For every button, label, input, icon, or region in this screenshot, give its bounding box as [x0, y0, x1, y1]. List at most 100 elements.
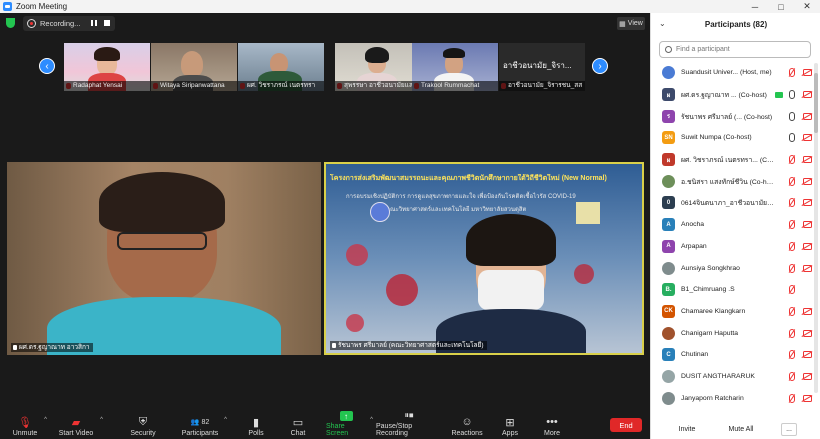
participant-row[interactable]: CK Chamaree Klangkarn [651, 301, 813, 323]
thumb-video[interactable]: Witaya Siripanwattana [151, 43, 237, 91]
mic-muted-icon[interactable] [789, 263, 795, 273]
thumb-video[interactable]: Trakool Rummachat [412, 43, 498, 91]
participant-row[interactable]: ผ ผศ.ดร.ฐญาณาท ... (Co-host) [651, 84, 813, 106]
participant-name: รัชนาพร ศรีมาลย์ (... (Co-host) [681, 113, 773, 121]
participants-count: 82 [201, 418, 210, 426]
participant-row[interactable]: SN Suwit Numpa (Co-host) [651, 127, 813, 149]
participant-row[interactable]: ผ ผศ. วิชราภรณ์ เนตรทรา... (Co-host) [651, 149, 813, 171]
thumb-display-name: อาชีวอนามัย_จิรา... [503, 61, 572, 70]
polls-button[interactable]: ▮ Polls [244, 410, 268, 439]
participant-search-input[interactable]: Find a participant [659, 41, 811, 58]
strip-prev-button[interactable]: ‹ [39, 58, 55, 74]
thumb-name: Radaphat Yensai [64, 81, 150, 91]
participant-row[interactable]: ร รัชนาพร ศรีมาลย์ (... (Co-host) [651, 105, 813, 127]
caret-up-icon[interactable]: ^ [100, 417, 103, 423]
mic-icon[interactable] [789, 133, 795, 143]
video-off-icon: ▰ [71, 416, 81, 429]
stop-recording-icon[interactable] [104, 20, 110, 26]
video-off-icon [803, 156, 812, 164]
search-icon [665, 46, 672, 53]
security-shield-icon[interactable] [6, 18, 15, 28]
panel-scrollbar[interactable] [814, 63, 818, 393]
mic-icon[interactable] [789, 111, 795, 121]
participants-button[interactable]: 👥 82 Participants ^ [180, 410, 227, 439]
mic-muted-icon[interactable] [789, 68, 795, 78]
mic-muted-icon[interactable] [789, 306, 795, 316]
mic-muted-icon[interactable] [789, 350, 795, 360]
caret-up-icon[interactable]: ^ [224, 417, 227, 423]
mic-muted-icon[interactable] [789, 393, 795, 403]
mic-muted-icon[interactable] [789, 285, 795, 295]
speaker-video-left[interactable]: ผศ.ดร.ฐญาณาท อาวสิกา [7, 162, 321, 355]
minimize-button[interactable]: ─ [742, 0, 768, 13]
participant-row[interactable]: C Chutinan [651, 344, 813, 366]
avatar [662, 66, 675, 80]
video-off-icon [803, 351, 812, 359]
recording-label: Recording... [40, 19, 81, 28]
window-title: Zoom Meeting [16, 2, 68, 11]
chevron-left-icon: ‹ [45, 60, 49, 72]
participant-row[interactable]: B. B1_Chimruang .S [651, 279, 813, 301]
participant-name: 0614จินตนาภา_อาชีวอนามัยและความปลอ... [681, 200, 775, 208]
pause-recording-icon[interactable] [91, 20, 97, 26]
bar-chart-icon: ▮ [252, 416, 260, 429]
share-screen-icon: ↑ [339, 411, 353, 421]
share-screen-button[interactable]: ↑ Share Screen ^ [326, 410, 373, 439]
avatar: 0 [662, 196, 675, 210]
close-button[interactable]: ✕ [794, 0, 820, 13]
thumb-name: Witaya Siripanwattana [151, 81, 237, 91]
thumb-video[interactable]: สุพรรษา อาชีวอนามัยและฯ [335, 43, 421, 91]
caret-up-icon[interactable]: ^ [370, 417, 373, 423]
thumb-video[interactable]: Radaphat Yensai [64, 43, 150, 91]
avatar: ร [662, 109, 675, 123]
panel-more-button[interactable]: ... [781, 423, 797, 436]
speaker-glasses [117, 232, 207, 250]
thumb-video[interactable]: อาชีวอนามัย_จิรา... อาชีวอนามัย_จิรารชน_… [499, 43, 585, 91]
avatar: C [662, 348, 675, 362]
mic-muted-icon[interactable] [789, 198, 795, 208]
maximize-button[interactable]: □ [768, 0, 794, 13]
mic-muted-icon[interactable] [789, 241, 795, 251]
participant-row[interactable]: A Anocha [651, 214, 813, 236]
speaker-video-right[interactable]: โครงการส่งเสริมพัฒนาสมรรถนะและคุณภาพชีวิ… [324, 162, 644, 355]
view-button[interactable]: ▦ View [617, 17, 645, 30]
video-off-icon [803, 242, 812, 250]
avatar: SN [662, 131, 675, 145]
avatar: CK [662, 304, 675, 318]
participant-row[interactable]: 0 0614จินตนาภา_อาชีวอนามัยและความปลอ... [651, 192, 813, 214]
mute-all-button[interactable]: Mute All [723, 423, 759, 436]
participant-row[interactable]: Suandusit Univer... (Host, me) [651, 62, 813, 84]
end-meeting-button[interactable]: End [610, 418, 642, 432]
participant-row[interactable]: DUSIT ANGTHARARUK [651, 366, 813, 388]
reactions-button[interactable]: ☺ Reactions [451, 410, 482, 439]
pause-stop-recording-button[interactable]: ⏸⏹ Pause/Stop Recording [376, 410, 442, 439]
security-button[interactable]: ⛨ Security [128, 410, 158, 439]
participant-row[interactable]: อ.ชนิสรา แสงทักษ์ชีวิน (Co-host) [651, 170, 813, 192]
mic-muted-icon[interactable] [789, 220, 795, 230]
mic-muted-icon[interactable] [789, 155, 795, 165]
avatar [662, 369, 675, 383]
avatar: B. [662, 283, 675, 297]
pause-rec-label: Pause/Stop Recording [376, 423, 413, 437]
video-off-icon [803, 91, 812, 99]
more-button[interactable]: ••• More [542, 410, 562, 439]
participant-hair [443, 48, 465, 58]
invite-button[interactable]: Invite [671, 423, 703, 436]
participant-row[interactable]: Chanigarn Haputta [651, 322, 813, 344]
caret-up-icon[interactable]: ^ [44, 417, 47, 423]
strip-next-button[interactable]: › [592, 58, 608, 74]
participant-row[interactable]: A Arpapan [651, 236, 813, 258]
thumb-video[interactable]: ผศ. วิชราภรณ์ เนตรทรา [238, 43, 324, 91]
participant-row[interactable]: Aunsiya Songkhrao [651, 257, 813, 279]
mic-icon[interactable] [789, 90, 795, 100]
chat-button[interactable]: ▭ Chat [286, 410, 310, 439]
shield-icon: ⛨ [138, 415, 148, 428]
start-video-button[interactable]: ▰ Start Video ^ [56, 410, 103, 439]
virus-icon [386, 274, 418, 306]
mic-muted-icon[interactable] [789, 176, 795, 186]
unmute-button[interactable]: 🎙 Unmute ^ [10, 410, 47, 439]
participant-row[interactable]: Janyaporn Ratcharin [651, 387, 813, 409]
mic-muted-icon[interactable] [789, 371, 795, 381]
mic-muted-icon[interactable] [789, 328, 795, 338]
apps-button[interactable]: ⊞ Apps [500, 410, 520, 439]
